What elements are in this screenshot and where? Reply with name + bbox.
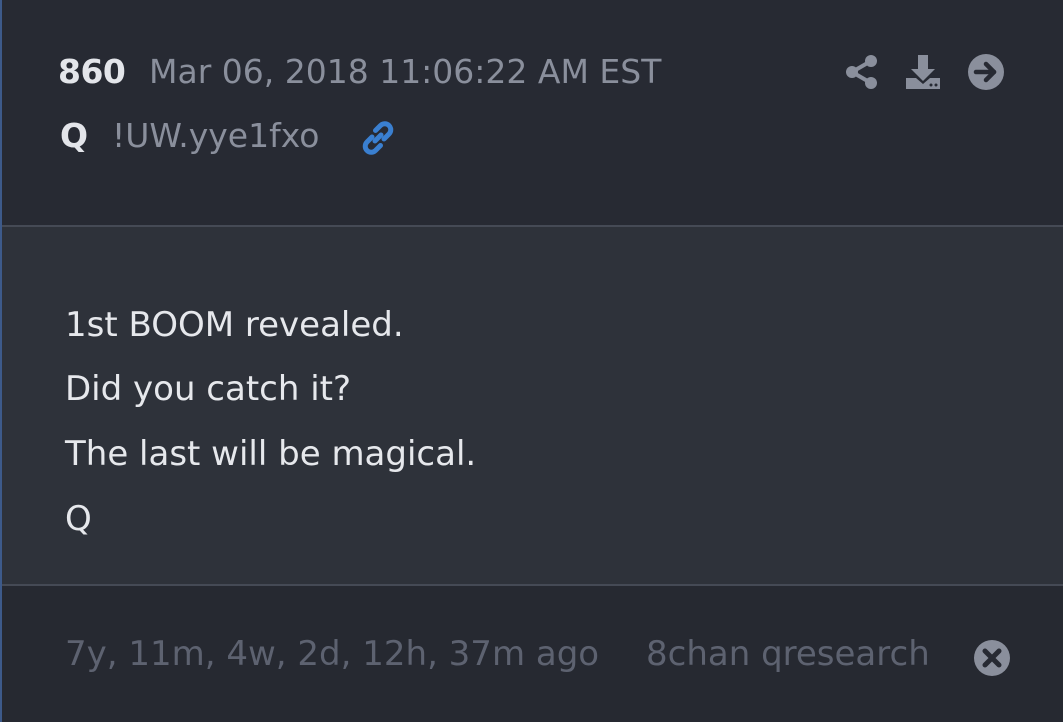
post-number: 860 — [58, 52, 126, 91]
post-header: 860 Mar 06, 2018 11:06:22 AM EST Q !UW.y… — [2, 0, 1063, 226]
message-line: Did you catch it? — [65, 369, 352, 409]
arrow-right-circle-icon[interactable] — [966, 52, 1006, 92]
post-body: 1st BOOM revealed. Did you catch it? The… — [2, 227, 1063, 584]
post-datetime: Mar 06, 2018 11:06:22 AM EST — [149, 52, 662, 91]
share-icon[interactable] — [842, 52, 882, 92]
author-name: Q — [60, 116, 89, 155]
message-line: The last will be magical. — [65, 434, 477, 474]
close-icon[interactable] — [972, 638, 1012, 678]
link-icon[interactable] — [358, 118, 398, 158]
footer-divider — [2, 584, 1063, 586]
message-line: 1st BOOM revealed. — [65, 305, 404, 345]
tripcode: !UW.yye1fxo — [112, 116, 320, 155]
post-card: 860 Mar 06, 2018 11:06:22 AM EST Q !UW.y… — [0, 0, 1063, 722]
source-label: 8chan qresearch — [646, 634, 930, 674]
download-icon[interactable] — [903, 52, 943, 92]
message-signature: Q — [65, 499, 92, 539]
elapsed-time: 7y, 11m, 4w, 2d, 12h, 37m ago — [65, 634, 600, 674]
